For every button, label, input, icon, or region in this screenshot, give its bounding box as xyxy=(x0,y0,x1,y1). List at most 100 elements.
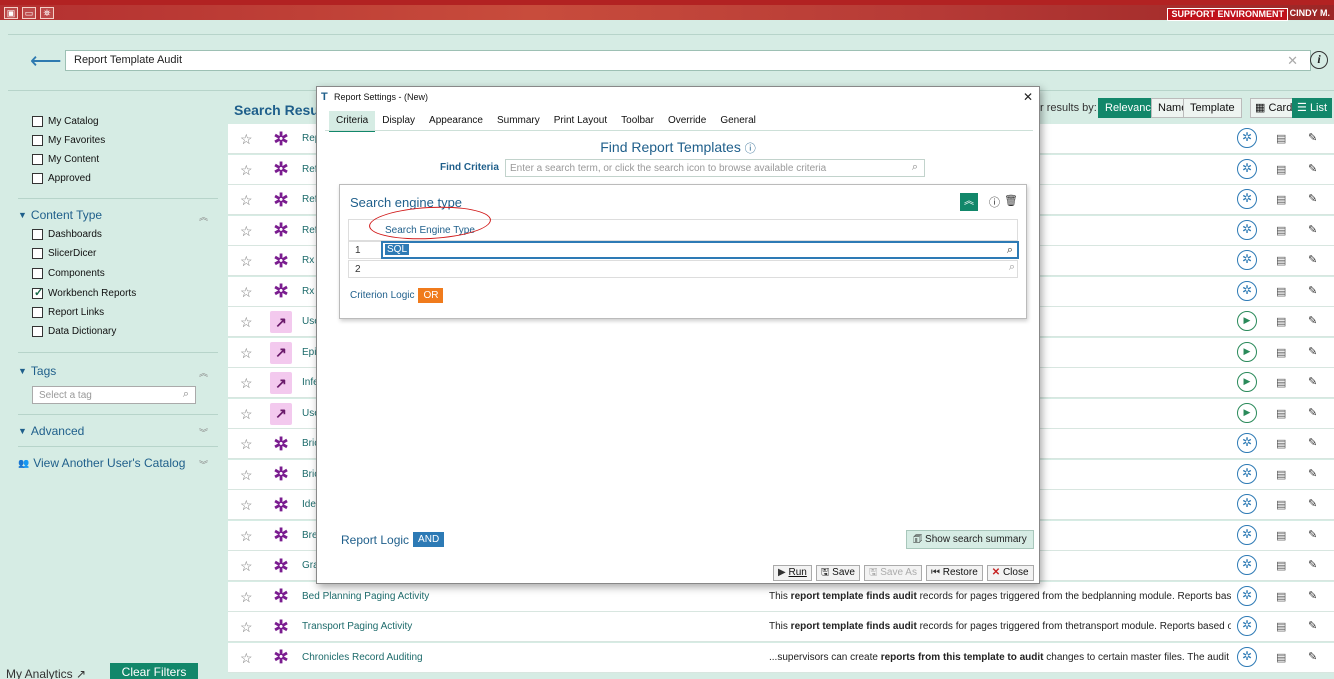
result-name[interactable]: Epi xyxy=(302,347,316,358)
tab-override[interactable]: Override xyxy=(661,111,713,132)
open-template-icon[interactable]: ✲ xyxy=(1237,250,1257,270)
favorite-star-icon[interactable]: ☆ xyxy=(240,131,253,148)
expand-chevron-icon[interactable]: ︾ xyxy=(199,458,208,471)
open-template-icon[interactable]: ✲ xyxy=(1237,128,1257,148)
result-row[interactable]: ☆ ✲ Transport Paging Activity This report t… xyxy=(228,612,1334,642)
checkbox[interactable] xyxy=(32,326,43,337)
chat-icon[interactable]: ▭ xyxy=(22,6,36,19)
open-template-icon[interactable]: ✲ xyxy=(1237,585,1257,606)
collapse-icon[interactable]: ︽ xyxy=(960,193,978,211)
edit-icon[interactable]: ✎ xyxy=(1308,314,1317,327)
or-badge[interactable]: OR xyxy=(418,288,444,303)
search-icon[interactable]: ⌕ xyxy=(1009,261,1015,274)
card-view-button[interactable]: ▦ Card xyxy=(1250,98,1298,118)
back-arrow-icon[interactable]: ⟵ xyxy=(30,49,62,73)
run-icon[interactable]: ▶ xyxy=(1237,311,1257,331)
favorite-star-icon[interactable]: ☆ xyxy=(240,589,253,606)
run-button[interactable]: ▶ Run xyxy=(773,565,812,581)
details-icon[interactable]: ▤ xyxy=(1276,437,1286,450)
and-badge[interactable]: AND xyxy=(413,532,445,547)
edit-icon[interactable]: ✎ xyxy=(1308,192,1317,205)
checkbox[interactable] xyxy=(32,248,43,259)
clear-filters-button[interactable]: Clear Filters xyxy=(110,663,198,679)
open-template-icon[interactable]: ✲ xyxy=(1237,219,1257,240)
favorite-star-icon[interactable]: ☆ xyxy=(240,528,253,545)
info-icon[interactable]: ⓘ xyxy=(745,143,756,155)
favorite-star-icon[interactable]: ☆ xyxy=(240,192,253,209)
info-icon[interactable]: i xyxy=(1310,51,1328,69)
sort-template-button[interactable]: Template xyxy=(1183,98,1242,118)
tab-display[interactable]: Display xyxy=(375,111,422,132)
filter-dashboards[interactable]: Dashboards xyxy=(32,229,102,240)
result-name[interactable]: Bed Planning Paging Activity xyxy=(302,591,429,602)
favorite-star-icon[interactable]: ☆ xyxy=(240,314,253,331)
favorite-star-icon[interactable]: ☆ xyxy=(240,406,253,423)
details-icon[interactable]: ▤ xyxy=(1276,346,1286,359)
checkbox[interactable] xyxy=(32,154,43,165)
save-as-button[interactable]: 🖫 Save As xyxy=(863,565,922,581)
edit-icon[interactable]: ✎ xyxy=(1308,162,1317,175)
edit-icon[interactable]: ✎ xyxy=(1308,436,1317,449)
result-name[interactable]: Rx xyxy=(302,255,314,266)
search-icon[interactable]: ⌕ xyxy=(912,161,918,174)
favorite-star-icon[interactable]: ☆ xyxy=(240,558,253,575)
checkbox[interactable] xyxy=(32,229,43,240)
open-template-icon[interactable]: ✲ xyxy=(1237,494,1257,514)
favorite-star-icon[interactable]: ☆ xyxy=(240,467,253,484)
collapse-chevron-icon[interactable]: ︽ xyxy=(199,210,208,223)
collapse-chevron-icon[interactable]: ︽ xyxy=(199,366,208,379)
details-icon[interactable]: ▤ xyxy=(1276,620,1286,633)
favorite-star-icon[interactable]: ☆ xyxy=(240,436,253,453)
info-icon[interactable]: ⓘ xyxy=(989,194,1000,210)
binoculars-icon[interactable]: ⛯ xyxy=(40,6,54,19)
favorite-star-icon[interactable]: ☆ xyxy=(240,223,253,240)
favorite-star-icon[interactable]: ☆ xyxy=(240,650,253,667)
advanced-header[interactable]: ▼ Advanced xyxy=(18,424,84,438)
details-icon[interactable]: ▤ xyxy=(1276,193,1286,206)
filter-components[interactable]: Components xyxy=(32,268,105,279)
result-name[interactable]: Rx xyxy=(302,286,314,297)
favorite-star-icon[interactable]: ☆ xyxy=(240,619,253,636)
favorite-star-icon[interactable]: ☆ xyxy=(240,253,253,270)
my-analytics-link[interactable]: My Analytics ↗ xyxy=(6,667,86,679)
edit-icon[interactable]: ✎ xyxy=(1308,223,1317,236)
favorite-star-icon[interactable]: ☆ xyxy=(240,375,253,392)
clear-search-icon[interactable]: ✕ xyxy=(1287,53,1298,69)
tab-print-layout[interactable]: Print Layout xyxy=(547,111,614,132)
filter-report-links[interactable]: Report Links xyxy=(32,307,104,318)
tab-toolbar[interactable]: Toolbar xyxy=(614,111,661,132)
details-icon[interactable]: ▤ xyxy=(1276,254,1286,267)
open-template-icon[interactable]: ✲ xyxy=(1237,524,1257,545)
trash-icon[interactable]: 🗑 xyxy=(1004,194,1018,207)
checkbox[interactable] xyxy=(32,173,43,184)
open-template-icon[interactable]: ✲ xyxy=(1237,463,1257,484)
details-icon[interactable]: ▤ xyxy=(1276,132,1286,145)
details-icon[interactable]: ▤ xyxy=(1276,468,1286,481)
details-icon[interactable]: ▤ xyxy=(1276,590,1286,603)
details-icon[interactable]: ▤ xyxy=(1276,498,1286,511)
edit-icon[interactable]: ✎ xyxy=(1308,589,1317,602)
tab-general[interactable]: General xyxy=(713,111,763,132)
edit-icon[interactable]: ✎ xyxy=(1308,375,1317,388)
details-icon[interactable]: ▤ xyxy=(1276,651,1286,664)
tag-search-input[interactable]: Select a tag ⌕ xyxy=(32,386,196,404)
catalog-search-input[interactable]: Report Template Audit xyxy=(65,50,1311,71)
filter-approved[interactable]: Approved xyxy=(32,173,91,184)
view-another-user-header[interactable]: 👥 View Another User's Catalog xyxy=(18,456,185,470)
edit-icon[interactable]: ✎ xyxy=(1308,345,1317,358)
restore-button[interactable]: ⏮ Restore xyxy=(925,565,983,581)
edit-icon[interactable]: ✎ xyxy=(1308,528,1317,541)
search-icon[interactable]: ⌕ xyxy=(1007,244,1013,257)
details-icon[interactable]: ▤ xyxy=(1276,529,1286,542)
window-icon[interactable]: ▣ xyxy=(4,6,18,19)
run-icon[interactable]: ▶ xyxy=(1237,402,1257,423)
search-icon[interactable]: ⌕ xyxy=(183,388,189,401)
details-icon[interactable]: ▤ xyxy=(1276,559,1286,572)
list-view-button[interactable]: ☰ List xyxy=(1292,98,1333,118)
show-search-summary-button[interactable]: 🗊 Show search summary xyxy=(906,530,1034,549)
details-icon[interactable]: ▤ xyxy=(1276,376,1286,389)
user-name[interactable]: CINDY M. xyxy=(1290,8,1330,19)
open-template-icon[interactable]: ✲ xyxy=(1237,433,1257,453)
filter-my-content[interactable]: My Content xyxy=(32,154,99,165)
tab-criteria[interactable]: Criteria xyxy=(329,111,376,132)
